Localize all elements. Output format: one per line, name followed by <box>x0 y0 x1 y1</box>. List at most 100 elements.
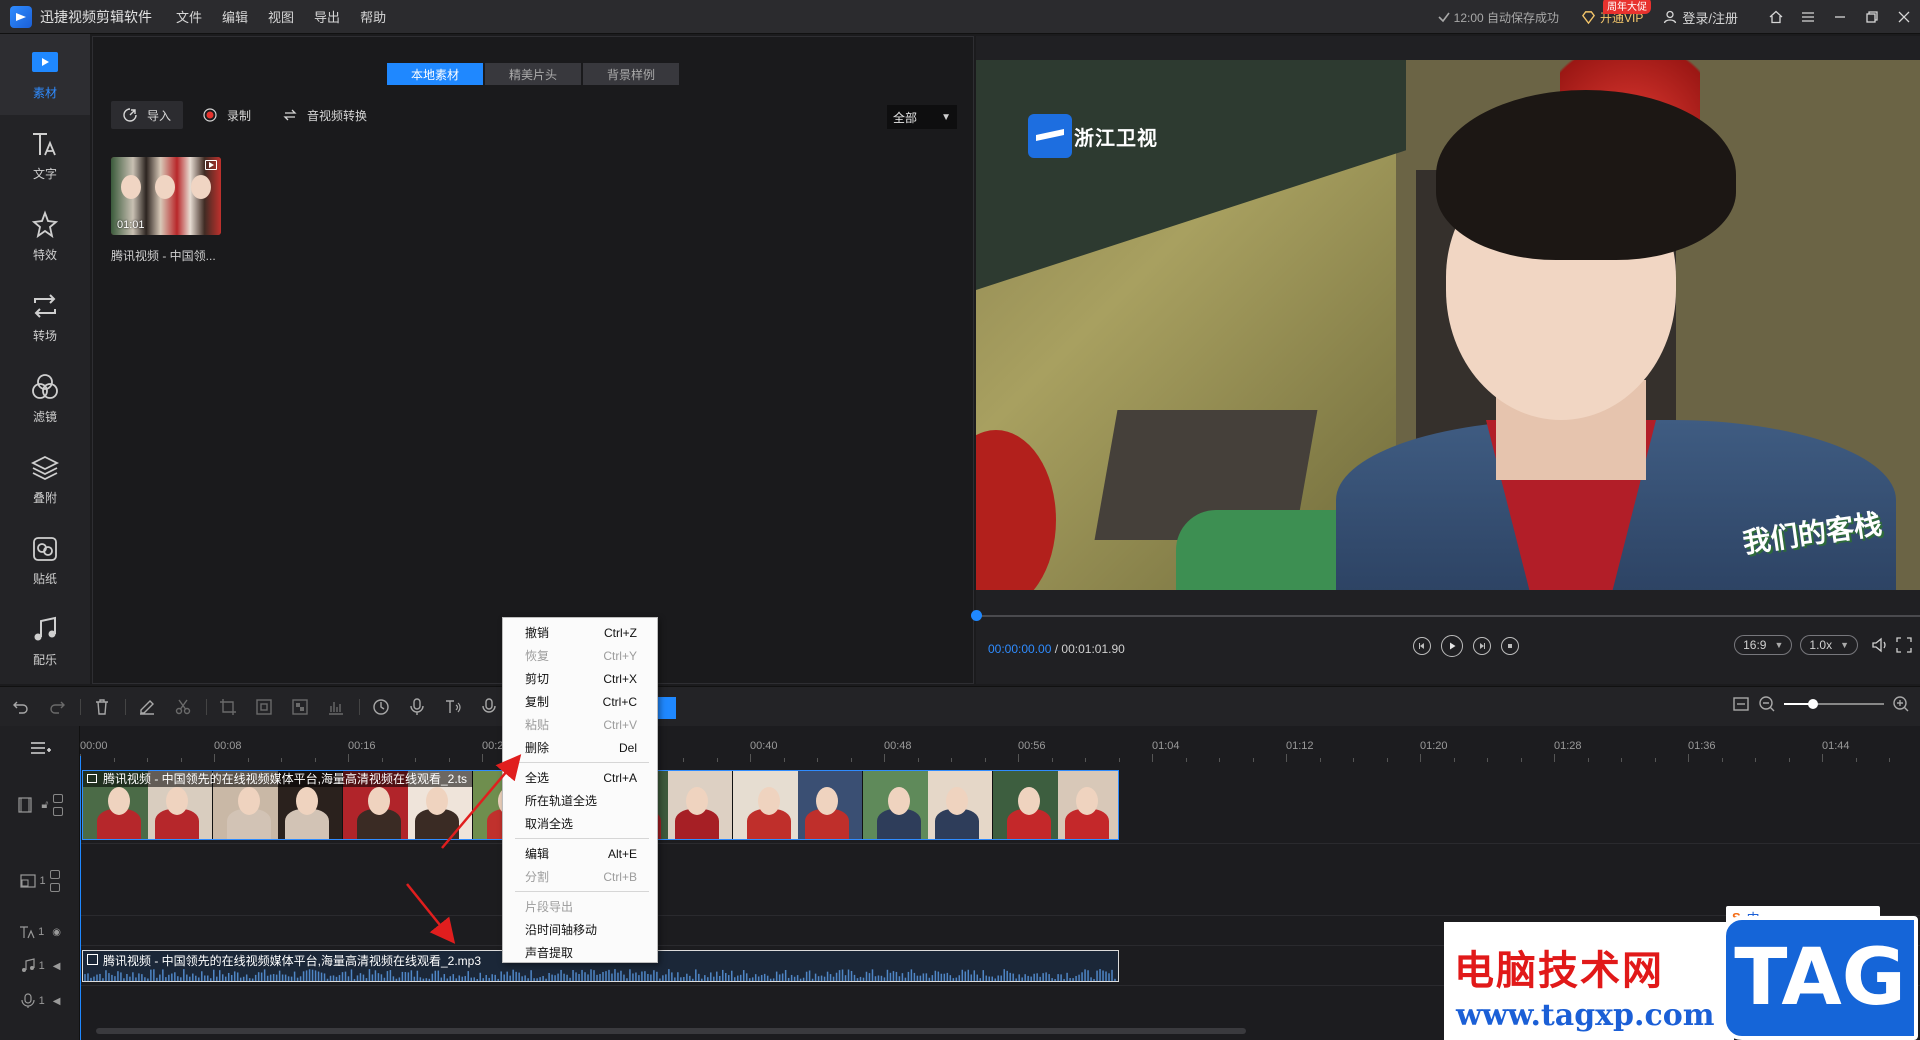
close-button[interactable] <box>1888 0 1920 34</box>
ctx-extract-audio[interactable]: 声音提取 <box>503 941 657 964</box>
lock-icon[interactable]: 🔓︎ <box>41 799 48 812</box>
ruler-tick <box>1688 754 1689 762</box>
record-button[interactable]: 录制 <box>191 101 263 129</box>
home-button[interactable] <box>1760 0 1792 34</box>
fullscreen-button[interactable] <box>1894 635 1914 655</box>
ctx-cut[interactable]: 剪切 Ctrl+X <box>503 667 657 690</box>
zoom-slider-handle[interactable] <box>1808 699 1818 709</box>
ruler-tick <box>1587 758 1589 762</box>
menu-button[interactable] <box>1792 0 1824 34</box>
zoom-in-icon[interactable] <box>1892 695 1910 713</box>
ctx-shortcut: Ctrl+B <box>603 869 637 884</box>
chevron-down-icon: ▼ <box>1774 640 1784 650</box>
redo-icon <box>50 701 65 714</box>
menu-export[interactable]: 导出 <box>314 7 340 26</box>
undo-button[interactable] <box>6 692 36 722</box>
preview-panel: 浙江卫视 我们的客栈 00:00:00.00 / 00:01:01.90 16:… <box>971 36 1920 684</box>
next-frame-button[interactable] <box>1473 637 1491 655</box>
ctx-copy[interactable]: 复制 Ctrl+C <box>503 690 657 713</box>
volume-button[interactable] <box>1870 635 1890 655</box>
convert-button[interactable]: 音视频转换 <box>271 101 379 129</box>
mute-icon[interactable] <box>49 883 60 892</box>
preview-seek-bar[interactable] <box>971 610 1920 621</box>
aspect-ratio-select[interactable]: 16:9 ▼ <box>1734 635 1793 655</box>
eye-icon[interactable] <box>52 794 63 803</box>
crop-button[interactable] <box>213 692 243 722</box>
ruler-tick <box>1386 758 1388 762</box>
time-ruler[interactable]: 00:0000:0800:1600:2400:3200:4000:4800:56… <box>80 726 1920 762</box>
ctx-select-all[interactable]: 全选 Ctrl+A <box>503 766 657 789</box>
login-button[interactable]: 登录/注册 <box>1663 8 1738 27</box>
zoom-out-icon[interactable] <box>1758 695 1776 713</box>
film-icon <box>18 797 33 813</box>
speed-value: 1.0x <box>1809 638 1833 652</box>
ctx-select-track[interactable]: 所在轨道全选 <box>503 789 657 812</box>
mosaic-button[interactable] <box>285 692 315 722</box>
sidebar-item-sticker[interactable]: 贴纸 <box>0 520 90 601</box>
speed-select[interactable]: 1.0x ▼ <box>1800 635 1858 655</box>
ctx-deselect-all[interactable]: 取消全选 <box>503 812 657 835</box>
speed-button[interactable] <box>366 692 396 722</box>
eye-icon[interactable]: ◉ <box>52 927 61 938</box>
media-filter-select[interactable]: 全部 ▼ <box>887 105 957 129</box>
sidebar-item-effects[interactable]: 特效 <box>0 196 90 277</box>
sidebar-item-media[interactable]: 素材 <box>0 34 90 115</box>
effects-icon <box>31 210 59 239</box>
sticker-icon <box>33 537 57 561</box>
volume-icon[interactable]: ◀︎ <box>53 996 61 1007</box>
vip-button[interactable]: 开通VIP 周年大促 <box>1581 0 1652 26</box>
maximize-button[interactable] <box>1856 0 1888 34</box>
menu-edit[interactable]: 编辑 <box>222 7 248 26</box>
media-thumbnail[interactable]: 01:01 <box>111 157 221 235</box>
zoom-slider[interactable] <box>1784 699 1884 709</box>
cut-button[interactable] <box>168 692 198 722</box>
prev-frame-button[interactable] <box>1413 637 1431 655</box>
import-button[interactable]: 导入 <box>111 101 184 129</box>
edit-button[interactable] <box>132 692 162 722</box>
play-button[interactable] <box>1441 635 1463 657</box>
frame-face <box>166 787 188 815</box>
mute-icon[interactable] <box>52 807 63 816</box>
sidebar-item-overlay[interactable]: 叠附 <box>0 439 90 520</box>
sidebar-item-music[interactable]: 配乐 <box>0 601 90 682</box>
text-to-speech-button[interactable] <box>438 692 468 722</box>
ctx-edit[interactable]: 编辑 Alt+E <box>503 842 657 865</box>
fit-timeline-icon[interactable] <box>1732 695 1750 713</box>
ruler-tick <box>1353 758 1354 762</box>
redo-button[interactable] <box>42 692 72 722</box>
eye-icon[interactable] <box>49 870 60 879</box>
audio-extract-button[interactable] <box>474 692 504 722</box>
tab-local-media[interactable]: 本地素材 <box>387 63 483 85</box>
ctx-undo[interactable]: 撤销 Ctrl+Z <box>503 621 657 644</box>
edit-icon <box>140 699 154 715</box>
tab-background-samples[interactable]: 背景样例 <box>583 63 679 85</box>
ctx-shortcut: Ctrl+A <box>603 770 637 785</box>
context-menu: 撤销 Ctrl+Z 恢复 Ctrl+Y 剪切 Ctrl+X 复制 Ctrl+C 粘贴 Ct… <box>502 617 658 963</box>
ruler-tick-label: 01:04 <box>1152 740 1180 752</box>
timeline-scrollbar[interactable] <box>96 1028 1246 1034</box>
track-menu-button[interactable] <box>30 740 52 761</box>
ctx-move-along-timeline[interactable]: 沿时间轴移动 <box>503 918 657 941</box>
voiceover-button[interactable] <box>402 692 432 722</box>
restore-icon <box>1866 11 1878 23</box>
playhead[interactable] <box>80 756 81 1040</box>
menu-file[interactable]: 文件 <box>176 7 202 26</box>
frame-face <box>296 787 318 815</box>
chevron-down-icon: ▼ <box>1840 640 1849 650</box>
minimize-button[interactable] <box>1824 0 1856 34</box>
ctx-delete[interactable]: 删除 Del <box>503 736 657 759</box>
tab-intros[interactable]: 精美片头 <box>485 63 581 85</box>
delete-button[interactable] <box>87 692 117 722</box>
menu-help[interactable]: 帮助 <box>360 7 386 26</box>
sidebar-item-text[interactable]: 文字 <box>0 115 90 196</box>
stop-button[interactable] <box>1501 637 1519 655</box>
sidebar-item-filter[interactable]: 滤镜 <box>0 358 90 439</box>
mosaic-icon <box>292 698 308 715</box>
sidebar-item-transition[interactable]: 转场 <box>0 277 90 358</box>
seek-handle[interactable] <box>971 610 982 621</box>
resize-button[interactable] <box>249 692 279 722</box>
audio-levels-button[interactable] <box>321 692 351 722</box>
ctx-label: 复制 <box>525 695 550 709</box>
menu-view[interactable]: 视图 <box>268 7 294 26</box>
volume-icon[interactable]: ◀︎ <box>53 961 61 972</box>
